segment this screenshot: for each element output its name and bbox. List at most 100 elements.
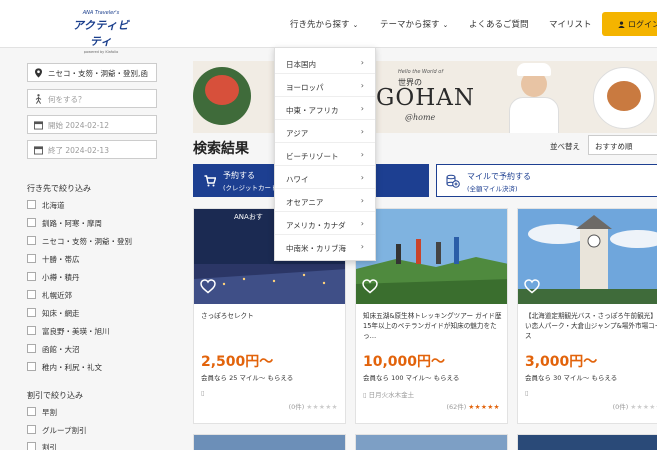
card-review-count: (62件) — [446, 403, 467, 411]
card-review-count: (0件) — [612, 403, 629, 411]
activity-card[interactable]: 【北海道定期観光バス・さっぽろ午前観光】 白い恋人パーク・大倉山ジャンプ&場外市… — [517, 208, 657, 424]
banner-title: GOHAN — [376, 85, 476, 111]
discount-filter-label: 割引 — [42, 443, 57, 450]
card-calendar: ▯ — [525, 389, 529, 397]
checkbox[interactable] — [27, 200, 36, 209]
start-date-input[interactable]: 開始 2024-02-12 — [27, 115, 157, 134]
miles-tab-subtitle: (全額マイル決済) — [467, 185, 518, 193]
dest-filter-item[interactable]: 知床・網走 — [27, 308, 80, 319]
checkbox[interactable] — [27, 236, 36, 245]
nav-mylist[interactable]: マイリスト — [549, 18, 592, 30]
dest-filter-item[interactable]: ニセコ・支笏・洞爺・登別 — [27, 236, 132, 247]
menu-item-europe[interactable]: ヨーロッパ › — [275, 75, 375, 97]
location-input[interactable]: ニセコ・支笏・洞爺・登別,函 — [27, 63, 157, 82]
card-title[interactable]: さっぽろセレクト — [201, 311, 343, 321]
calendar-icon — [34, 146, 43, 155]
menu-item-latin-america-caribbean[interactable]: 中南米・カリブ海 › — [275, 236, 375, 258]
card-badge: ANAおす — [234, 213, 263, 221]
dest-filter-label: 北海道 — [42, 201, 65, 210]
dest-filter-item[interactable]: 札幌近郊 — [27, 290, 72, 301]
dest-filter-item[interactable]: 十勝・帯広 — [27, 254, 80, 265]
dest-filter-label: 小樽・積丹 — [42, 273, 80, 282]
card-miles: 会員なら 100 マイル〜 もらえる — [363, 374, 460, 382]
menu-item-america-canada[interactable]: アメリカ・カナダ › — [275, 213, 375, 235]
menu-item-label: アメリカ・カナダ — [286, 221, 346, 230]
checkbox[interactable] — [27, 272, 36, 281]
dest-filter-item[interactable]: 小樽・積丹 — [27, 272, 80, 283]
chevron-right-icon: › — [360, 196, 364, 205]
dest-filter-label: ニセコ・支笏・洞爺・登別 — [42, 237, 132, 246]
chevron-right-icon: › — [360, 242, 364, 251]
menu-item-middle-east-africa[interactable]: 中東・アフリカ › — [275, 98, 375, 120]
dest-filter-label: 札幌近郊 — [42, 291, 72, 300]
miles-tab-button[interactable]: マイルで予約する (全額マイル決済) — [436, 164, 657, 197]
nav-theme[interactable]: テーマから探す ⌄ — [380, 18, 448, 30]
heart-icon[interactable] — [524, 279, 540, 294]
hiking-group-image — [356, 209, 507, 304]
discount-filter-item[interactable]: 早割 — [27, 407, 57, 418]
card-image — [518, 435, 657, 450]
checkbox[interactable] — [27, 344, 36, 353]
menu-item-label: ヨーロッパ — [286, 83, 324, 92]
start-date-value: 開始 2024-02-12 — [48, 121, 109, 130]
checkbox[interactable] — [27, 425, 36, 434]
chevron-right-icon: › — [360, 104, 364, 113]
chevron-down-icon: ⌄ — [442, 21, 449, 29]
banner-subtitle: @home — [405, 113, 436, 122]
nav-faq[interactable]: よくあるご質問 — [469, 18, 529, 30]
nav-theme-label: テーマから探す — [380, 20, 440, 30]
nav-destination[interactable]: 行き先から探す ⌄ — [290, 18, 358, 30]
sort-select[interactable]: おすすめ順 — [588, 135, 657, 155]
checkbox[interactable] — [27, 362, 36, 371]
dest-filter-label: 函館・大沼 — [42, 345, 80, 354]
menu-item-label: ハワイ — [286, 175, 309, 184]
heart-icon[interactable] — [362, 279, 378, 294]
menu-item-beach-resort[interactable]: ビーチリゾート › — [275, 144, 375, 166]
activity-card-next[interactable] — [355, 434, 508, 450]
checkbox[interactable] — [27, 407, 36, 416]
activity-card-next[interactable] — [193, 434, 346, 450]
discount-filter-item[interactable]: 割引 — [27, 442, 57, 450]
login-button[interactable]: ログイン — [602, 12, 657, 36]
activity-card[interactable]: 知床五湖&原生林トレッキングツアー ガイド歴15年以上のベテランガイドが知床の魅… — [355, 208, 508, 424]
heart-icon[interactable] — [200, 279, 216, 294]
login-label: ログイン — [628, 20, 657, 29]
calendar-icon — [34, 121, 43, 130]
discount-filter-label: グループ割引 — [42, 426, 87, 435]
star-rating: ★★★★★ — [468, 403, 500, 411]
menu-item-oceania[interactable]: オセアニア › — [275, 190, 375, 212]
dest-filter-label: 稚内・利尻・礼文 — [42, 363, 102, 372]
menu-item-asia[interactable]: アジア › — [275, 121, 375, 143]
person-icon — [618, 21, 625, 28]
checkbox[interactable] — [27, 218, 36, 227]
chef-hat-image — [517, 63, 551, 76]
checkbox[interactable] — [27, 442, 36, 450]
site-logo[interactable]: ANA Traveler's アクティビティ powered by Klafol… — [68, 10, 134, 54]
header: ANA Traveler's アクティビティ powered by Klafol… — [0, 0, 657, 54]
card-title[interactable]: 知床五湖&原生林トレッキングツアー ガイド歴15年以上のベテランガイドが知床の魅… — [363, 311, 505, 341]
dest-filter-item[interactable]: 富良野・美瑛・旭川 — [27, 326, 110, 337]
menu-item-label: アジア — [286, 129, 309, 138]
activity-card-next[interactable] — [517, 434, 657, 450]
menu-item-hawaii[interactable]: ハワイ › — [275, 167, 375, 189]
checkbox[interactable] — [27, 290, 36, 299]
promo-banner[interactable]: Hello the World of 世界の GOHAN @home — [193, 61, 657, 133]
dest-filter-item[interactable]: 函館・大沼 — [27, 344, 80, 355]
pay-tab-subtitle: (クレジットカード — [223, 184, 278, 192]
location-value: ニセコ・支笏・洞爺・登別,函 — [48, 69, 148, 78]
dest-filter-item[interactable]: 北海道 — [27, 200, 65, 211]
dest-filter-item[interactable]: 稚内・利尻・礼文 — [27, 362, 102, 373]
menu-item-label: 日本国内 — [286, 60, 316, 69]
logo-small-text: ANA Traveler's — [82, 10, 120, 16]
dest-filter-label: 富良野・美瑛・旭川 — [42, 327, 110, 336]
dest-filter-item[interactable]: 釧路・阿寒・摩周 — [27, 218, 102, 229]
checkbox[interactable] — [27, 326, 36, 335]
activity-input[interactable]: 何をする？ — [27, 89, 157, 108]
card-title[interactable]: 【北海道定期観光バス・さっぽろ午前観光】 白い恋人パーク・大倉山ジャンプ&場外市… — [525, 311, 657, 341]
card-days: 日月火水木金土 — [368, 391, 415, 399]
end-date-input[interactable]: 終了 2024-02-13 — [27, 140, 157, 159]
menu-item-japan[interactable]: 日本国内 › — [275, 52, 375, 74]
checkbox[interactable] — [27, 308, 36, 317]
discount-filter-item[interactable]: グループ割引 — [27, 425, 87, 436]
checkbox[interactable] — [27, 254, 36, 263]
